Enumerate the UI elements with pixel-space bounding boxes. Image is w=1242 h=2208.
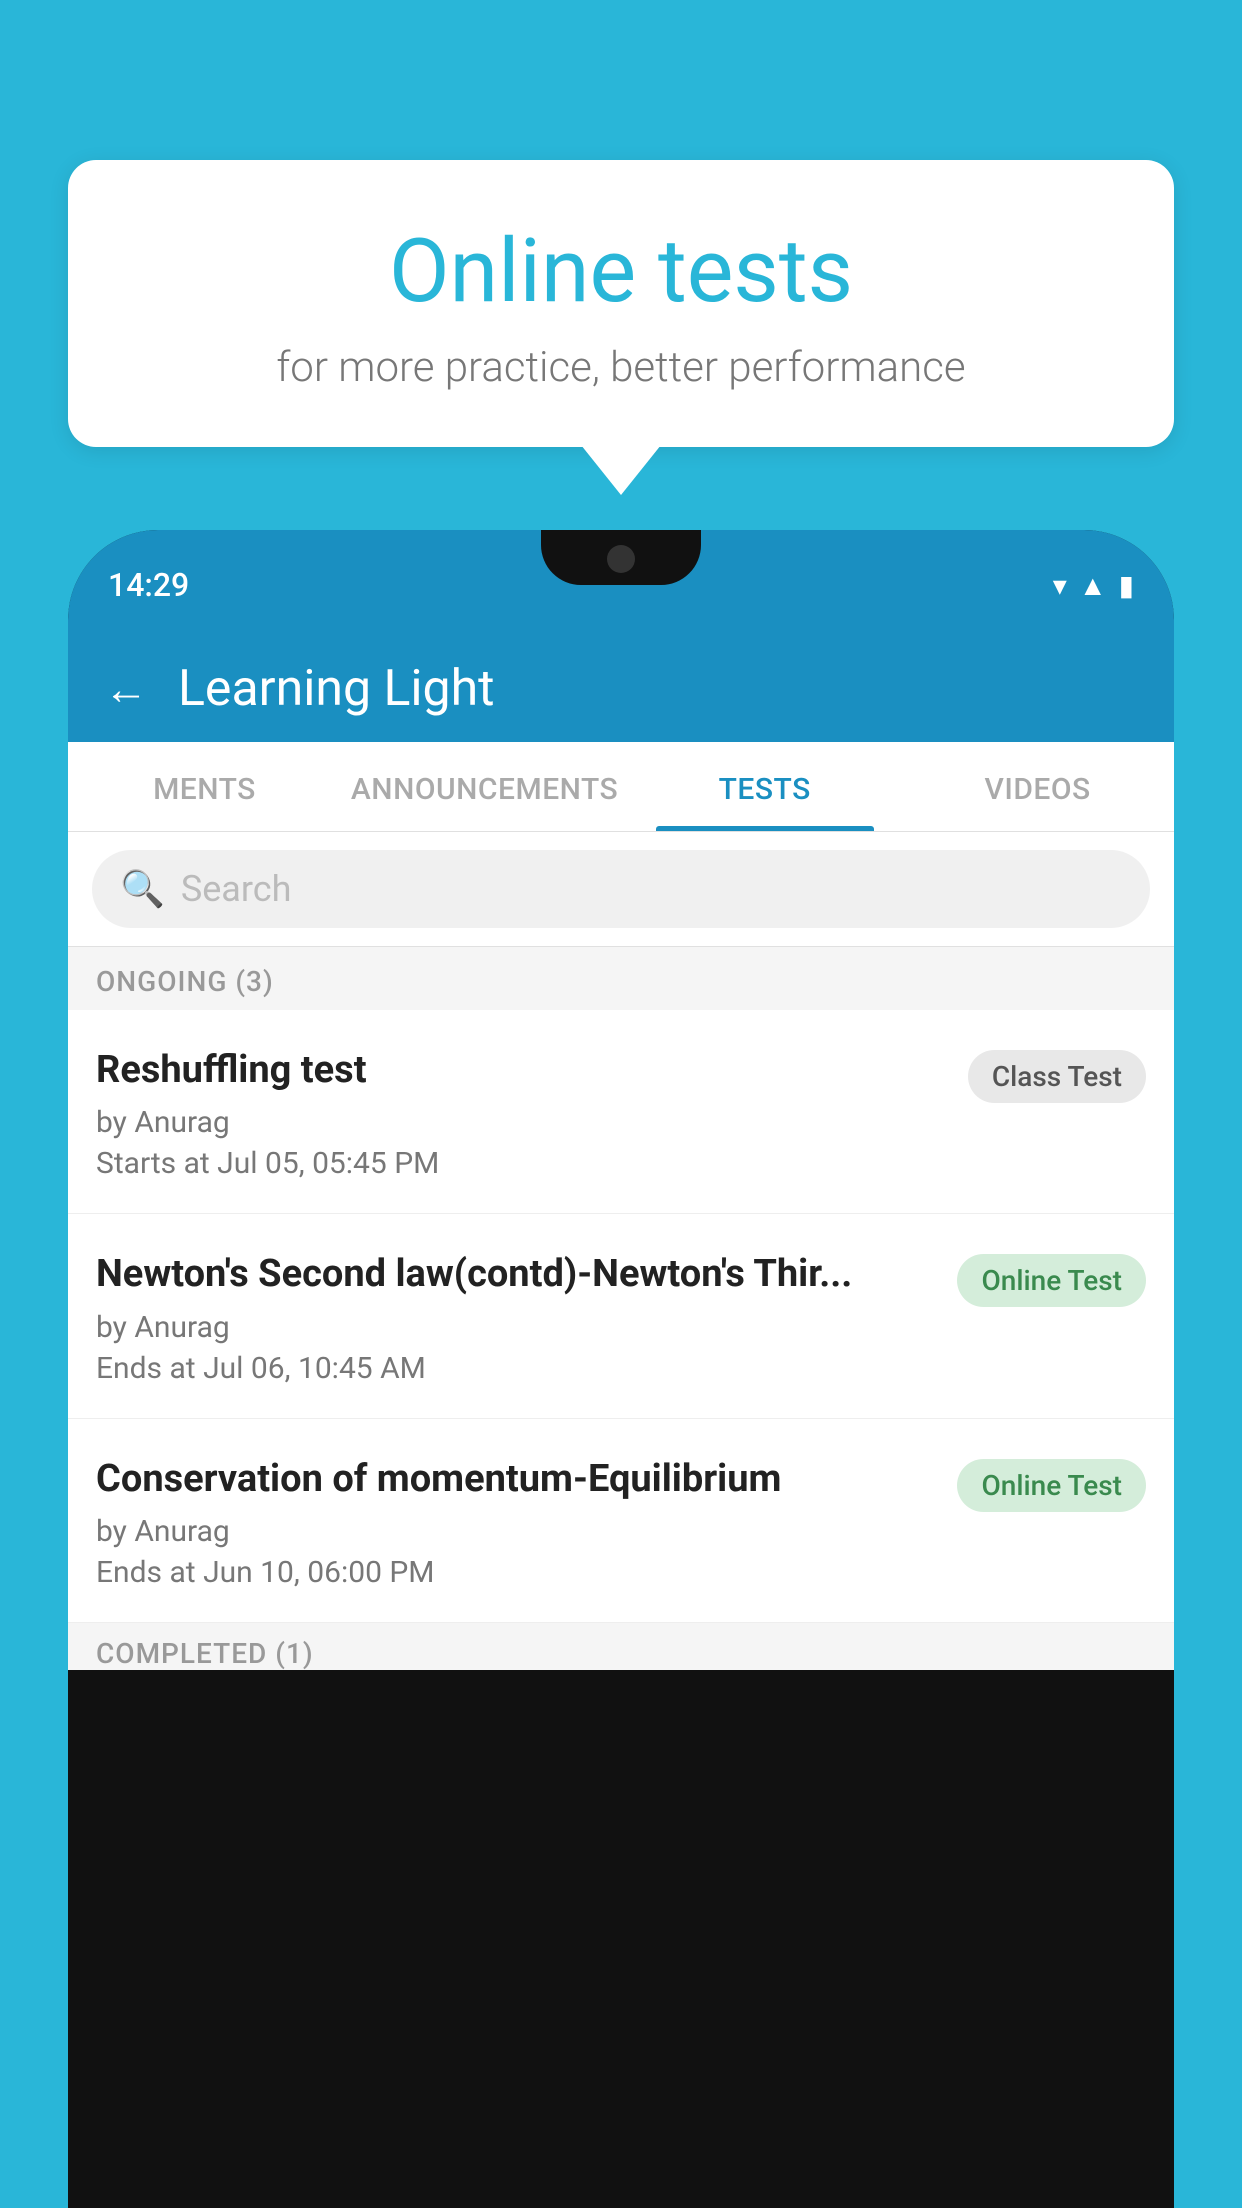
status-bar: 14:29 ▾ ▲ ▮ [68, 530, 1174, 640]
app-header: ← Learning Light [68, 640, 1174, 742]
bubble-title: Online tests [108, 220, 1134, 323]
tag-class-test: Class Test [968, 1050, 1146, 1103]
status-time: 14:29 [108, 566, 189, 604]
tag-online-test-2: Online Test [957, 1459, 1146, 1512]
test-name: Newton's Second law(contd)-Newton's Thir… [96, 1250, 941, 1299]
time-label: Ends at [96, 1351, 196, 1386]
time-value: Jul 05, 05:45 PM [217, 1146, 439, 1181]
tab-announcements[interactable]: ANNOUNCEMENTS [341, 742, 628, 831]
search-container: 🔍 Search [68, 832, 1174, 947]
app-title: Learning Light [178, 660, 495, 718]
test-author: by Anurag [96, 1105, 952, 1140]
battery-icon: ▮ [1119, 569, 1134, 602]
test-time: Ends at Jun 10, 06:00 PM [96, 1555, 941, 1590]
test-time: Ends at Jul 06, 10:45 AM [96, 1351, 941, 1386]
bubble-subtitle: for more practice, better performance [108, 343, 1134, 392]
back-button[interactable]: ← [104, 667, 148, 711]
tag-online-test: Online Test [957, 1254, 1146, 1307]
time-label: Starts at [96, 1146, 210, 1181]
test-info: Reshuffling test by Anurag Starts at Jul… [96, 1046, 952, 1181]
tab-ments[interactable]: MENTS [68, 742, 341, 831]
phone-frame: 14:29 ▾ ▲ ▮ ← Learning Light MENTS ANNOU… [68, 530, 1174, 2208]
content-area: 🔍 Search ONGOING (3) Reshuffling test by… [68, 832, 1174, 1670]
test-item[interactable]: Conservation of momentum-Equilibrium by … [68, 1419, 1174, 1623]
test-time: Starts at Jul 05, 05:45 PM [96, 1146, 952, 1181]
wifi-icon: ▾ [1053, 569, 1067, 602]
status-icons: ▾ ▲ ▮ [1053, 569, 1134, 602]
test-name: Conservation of momentum-Equilibrium [96, 1455, 941, 1504]
search-placeholder: Search [181, 868, 292, 910]
test-author: by Anurag [96, 1514, 941, 1549]
time-value: Jul 06, 10:45 AM [203, 1351, 426, 1386]
phone-notch [541, 530, 701, 585]
test-info: Newton's Second law(contd)-Newton's Thir… [96, 1250, 941, 1385]
search-icon: 🔍 [120, 868, 165, 910]
camera [607, 545, 635, 573]
time-value: Jun 10, 06:00 PM [203, 1555, 434, 1590]
time-label: Ends at [96, 1555, 196, 1590]
speech-bubble: Online tests for more practice, better p… [68, 160, 1174, 447]
tab-videos[interactable]: VIDEOS [901, 742, 1174, 831]
test-item[interactable]: Newton's Second law(contd)-Newton's Thir… [68, 1214, 1174, 1418]
ongoing-section-label: ONGOING (3) [68, 947, 1174, 1010]
test-item[interactable]: Reshuffling test by Anurag Starts at Jul… [68, 1010, 1174, 1214]
test-author: by Anurag [96, 1310, 941, 1345]
test-name: Reshuffling test [96, 1046, 952, 1095]
search-bar[interactable]: 🔍 Search [92, 850, 1150, 928]
tabs-bar: MENTS ANNOUNCEMENTS TESTS VIDEOS [68, 742, 1174, 832]
test-info: Conservation of momentum-Equilibrium by … [96, 1455, 941, 1590]
completed-section-label: COMPLETED (1) [68, 1623, 1174, 1670]
tab-tests[interactable]: TESTS [628, 742, 901, 831]
signal-icon: ▲ [1079, 569, 1107, 602]
